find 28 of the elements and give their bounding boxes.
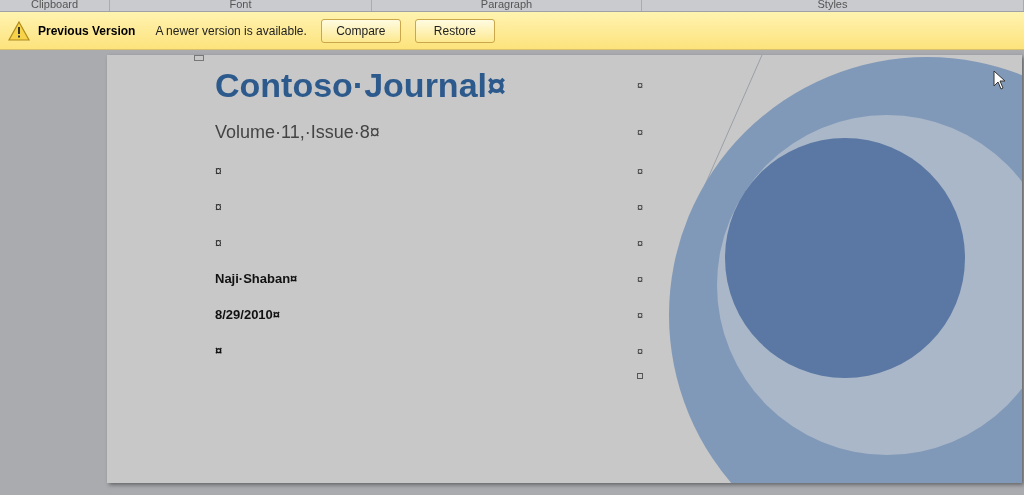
ribbon-group-label: Styles <box>817 0 848 10</box>
cell-end-mark: ¤ <box>637 199 644 215</box>
cell-end-mark: ¤ <box>637 124 644 140</box>
document-subtitle: Volume·11,·Issue·8¤ <box>215 121 380 142</box>
ribbon-group-label: Paragraph <box>480 0 533 10</box>
cell-end-mark: ¤ <box>637 235 644 251</box>
mouse-pointer-icon <box>993 70 1007 90</box>
warning-icon <box>8 20 30 41</box>
cell-end-mark: ¤ <box>637 307 644 323</box>
message-bar-text: A newer version is available. <box>155 22 307 40</box>
paragraph-mark: ¤ <box>215 236 222 250</box>
cell-end-mark: ¤ <box>637 77 644 93</box>
cell-end-mark: ¤ <box>637 271 644 287</box>
cell-end-mark: ¤ <box>637 343 644 359</box>
paragraph-mark: ¤ <box>215 200 222 214</box>
message-bar-title: Previous Version <box>38 22 136 40</box>
end-of-row-mark <box>637 373 643 379</box>
paragraph-mark: ¤ <box>215 164 222 178</box>
table-move-handle[interactable] <box>194 55 204 61</box>
message-bar-button[interactable]: Compare <box>320 18 401 43</box>
message-bar-button[interactable]: Restore <box>414 18 495 43</box>
paragraph-mark: ¤ <box>215 343 223 359</box>
ribbon-group-label: Font <box>229 0 252 10</box>
ribbon-group-label: Clipboard <box>30 0 79 10</box>
cell-end-mark: ¤ <box>637 163 644 179</box>
document-text: Naji·Shaban¤ <box>215 271 298 287</box>
document-text: 8/29/2010¤ <box>215 307 281 323</box>
document-title: Contoso·Journal¤ <box>215 65 506 104</box>
